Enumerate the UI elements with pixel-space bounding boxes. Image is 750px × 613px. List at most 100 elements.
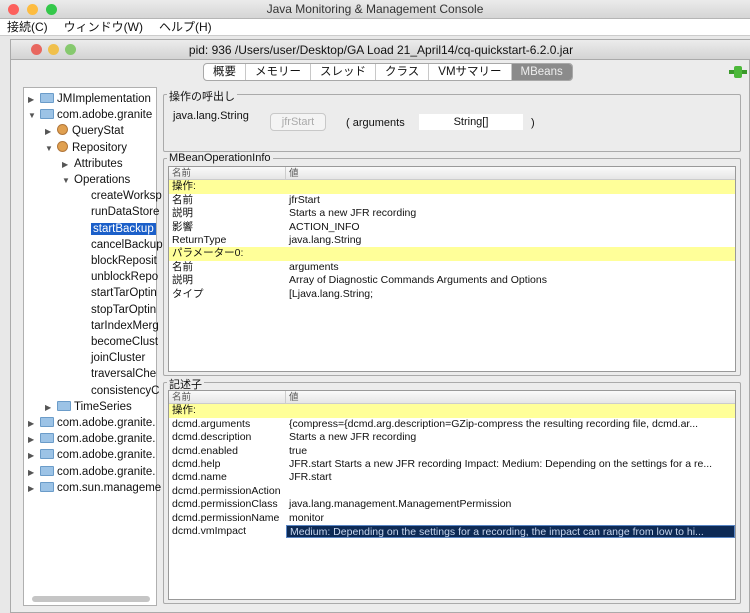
column-header-name[interactable]: 名前 bbox=[169, 167, 286, 180]
table-row[interactable]: dcmd.permissionName monitor bbox=[169, 512, 735, 525]
row-value: Starts a new JFR recording bbox=[289, 207, 417, 220]
column-header-value[interactable]: 値 bbox=[286, 167, 735, 179]
table-row[interactable]: 操作: bbox=[169, 404, 735, 418]
tree-node[interactable]: ▶ Attributes bbox=[62, 156, 123, 172]
tree-node[interactable]: stopTarOptin bbox=[79, 302, 156, 318]
window-minimize-button[interactable] bbox=[48, 44, 59, 55]
table-row[interactable]: ReturnType java.lang.String bbox=[169, 234, 735, 247]
table-row[interactable]: 説明 Array of Diagnostic Commands Arguments… bbox=[169, 274, 735, 287]
window-zoom-button[interactable] bbox=[65, 44, 76, 55]
collapsed-arrow-icon[interactable]: ▶ bbox=[62, 157, 74, 173]
column-header-name[interactable]: 名前 bbox=[169, 391, 286, 404]
table-row[interactable]: dcmd.enabled true bbox=[169, 445, 735, 458]
column-header-value[interactable]: 値 bbox=[286, 391, 735, 403]
window-close-button[interactable] bbox=[31, 44, 42, 55]
row-value: JFR.start Starts a new JFR recording Imp… bbox=[289, 457, 713, 470]
tree-node-label: com.sun.manageme bbox=[57, 481, 162, 494]
tree-node[interactable]: startBackup bbox=[79, 221, 156, 237]
tree-node-label: runDataStore bbox=[91, 206, 160, 219]
invoke-jfrstart-button[interactable]: jfrStart bbox=[270, 113, 326, 131]
table-row[interactable]: 名前 arguments bbox=[169, 261, 735, 274]
operation-info-table[interactable]: 名前値操作: 名前 jfrStart 説明 Starts a new JFR recor… bbox=[168, 166, 736, 372]
tab-vm-summary[interactable]: VMサマリー bbox=[429, 64, 512, 80]
tree-node[interactable]: ▼ Repository bbox=[45, 140, 127, 156]
collapsed-arrow-icon[interactable]: ▶ bbox=[28, 432, 40, 448]
tree-node-label: Attributes bbox=[74, 157, 123, 170]
tab-overview[interactable]: 概要 bbox=[204, 64, 246, 80]
mbean-tree[interactable]: ▶ JMImplementation ▼ com.adobe.granite ▶ Quer… bbox=[23, 87, 163, 606]
folder-icon bbox=[40, 465, 54, 476]
tree-node[interactable]: tarIndexMerg bbox=[79, 318, 159, 334]
table-row[interactable]: 影響 ACTION_INFO bbox=[169, 221, 735, 234]
tree-node[interactable]: ▶ JMImplementation bbox=[28, 91, 151, 107]
table-row[interactable]: dcmd.arguments {compress={dcmd.arg.descri… bbox=[169, 418, 735, 431]
tree-node[interactable]: createWorksp bbox=[79, 188, 162, 204]
collapsed-arrow-icon[interactable]: ▶ bbox=[28, 481, 40, 497]
row-name: 名前 bbox=[172, 260, 193, 273]
tree-node[interactable]: ▶ com.sun.manageme bbox=[28, 480, 161, 496]
tree-node[interactable]: startTarOptin bbox=[79, 285, 157, 301]
tree-node-label: JMImplementation bbox=[57, 93, 151, 105]
collapsed-arrow-icon[interactable]: ▶ bbox=[45, 400, 57, 416]
collapsed-arrow-icon[interactable]: ▶ bbox=[28, 448, 40, 464]
close-button[interactable] bbox=[8, 4, 19, 15]
tree-node[interactable]: traversalChe bbox=[79, 366, 156, 382]
tree-node[interactable]: ▶ com.adobe.granite. bbox=[28, 415, 155, 431]
table-header: 名前値 bbox=[169, 167, 735, 181]
table-row[interactable]: dcmd.description Starts a new JFR recordi… bbox=[169, 431, 735, 444]
expanded-arrow-icon[interactable]: ▼ bbox=[45, 141, 57, 157]
tree-node-label: startTarOptin bbox=[91, 287, 157, 300]
tree-node[interactable]: consistencyC bbox=[79, 383, 159, 399]
minimize-button[interactable] bbox=[27, 4, 38, 15]
zoom-button[interactable] bbox=[46, 4, 57, 15]
collapsed-arrow-icon[interactable]: ▶ bbox=[45, 124, 57, 140]
table-row[interactable]: dcmd.help JFR.start Starts a new JFR reco… bbox=[169, 458, 735, 471]
collapsed-arrow-icon[interactable]: ▶ bbox=[28, 465, 40, 481]
tree-horizontal-scrollbar[interactable] bbox=[32, 596, 150, 602]
table-row[interactable]: dcmd.vmImpact Medium: Depending on the se… bbox=[169, 524, 735, 539]
tree-node[interactable]: ▶ com.adobe.granite. bbox=[28, 447, 155, 463]
tab-classes[interactable]: クラス bbox=[376, 64, 430, 80]
tree-node[interactable]: ▶ com.adobe.granite. bbox=[28, 464, 155, 480]
tree-node[interactable]: becomeClust bbox=[79, 334, 158, 350]
collapsed-arrow-icon[interactable]: ▶ bbox=[28, 416, 40, 432]
tree-node[interactable]: ▼ com.adobe.granite bbox=[28, 107, 152, 123]
menu-help[interactable]: ヘルプ(H) bbox=[152, 19, 221, 35]
table-row[interactable]: パラメーター0: bbox=[169, 247, 735, 261]
row-value: ACTION_INFO bbox=[289, 220, 360, 233]
tree-node[interactable]: ▶ QueryStat bbox=[45, 123, 124, 139]
descriptor-table[interactable]: 名前値操作: dcmd.arguments {compress={dcmd.arg.… bbox=[168, 390, 736, 600]
row-value bbox=[286, 180, 735, 193]
table-row[interactable]: dcmd.name JFR.start bbox=[169, 471, 735, 484]
row-value bbox=[286, 247, 735, 260]
tree-node[interactable]: blockReposit bbox=[79, 253, 157, 269]
table-row[interactable]: 名前 jfrStart bbox=[169, 194, 735, 207]
tree-node[interactable]: unblockRepo bbox=[79, 269, 158, 285]
row-name: 操作: bbox=[172, 404, 196, 417]
operation-info-title: MBeanOperationInfo bbox=[167, 152, 273, 164]
tree-node[interactable]: ▼ Operations bbox=[62, 172, 130, 188]
arguments-input[interactable]: String[] bbox=[419, 114, 523, 130]
tree-node[interactable]: runDataStore bbox=[79, 204, 159, 220]
tree-node[interactable]: ▶ TimeSeries bbox=[45, 399, 132, 415]
menu-connection[interactable]: 接続(C) bbox=[0, 19, 57, 35]
tree-node-label: com.adobe.granite bbox=[57, 109, 153, 122]
tab-threads[interactable]: スレッド bbox=[311, 64, 376, 80]
table-row[interactable]: dcmd.permissionAction bbox=[169, 485, 735, 498]
tree-node-label: cancelBackup bbox=[91, 238, 163, 251]
expanded-arrow-icon[interactable]: ▼ bbox=[28, 108, 40, 124]
expanded-arrow-icon[interactable]: ▼ bbox=[62, 173, 74, 189]
table-row[interactable]: タイプ [Ljava.lang.String; bbox=[169, 288, 735, 301]
tree-node[interactable]: ▶ com.adobe.granite. bbox=[28, 431, 155, 447]
folder-icon bbox=[57, 400, 71, 411]
table-row[interactable]: 説明 Starts a new JFR recording bbox=[169, 207, 735, 220]
table-row[interactable]: 操作: bbox=[169, 180, 735, 194]
tree-node[interactable]: cancelBackup bbox=[79, 237, 163, 253]
tab-mbeans[interactable]: MBeans bbox=[511, 64, 572, 80]
table-row[interactable]: dcmd.permissionClass java.lang.management… bbox=[169, 498, 735, 511]
tree-node[interactable]: joinCluster bbox=[79, 350, 145, 366]
collapsed-arrow-icon[interactable]: ▶ bbox=[28, 92, 40, 108]
tab-memory[interactable]: メモリー bbox=[246, 64, 311, 80]
menu-window[interactable]: ウィンドウ(W) bbox=[57, 19, 152, 35]
tree-node-label: stopTarOptin bbox=[91, 303, 157, 316]
